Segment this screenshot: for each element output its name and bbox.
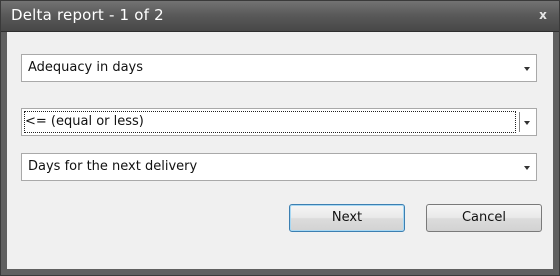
close-icon[interactable]: x (535, 7, 551, 23)
operator-dropdown-value: <= (equal or less) (25, 114, 144, 129)
dialog-body: Adequacy in days <= (equal or less) Days… (1, 32, 559, 275)
chevron-down-icon (524, 67, 530, 71)
dropdown-divider (519, 112, 520, 132)
chevron-down-icon (524, 166, 530, 170)
chevron-down-icon (524, 121, 530, 125)
comparison-dropdown-value: Days for the next delivery (28, 159, 198, 174)
dialog-window: Delta report - 1 of 2 x Adequacy in days… (0, 0, 560, 276)
cancel-button[interactable]: Cancel (426, 204, 542, 232)
next-button[interactable]: Next (289, 204, 405, 232)
window-title: Delta report - 1 of 2 (11, 6, 164, 24)
title-bar[interactable]: Delta report - 1 of 2 x (1, 1, 559, 32)
operator-dropdown[interactable]: <= (equal or less) (21, 108, 537, 136)
comparison-dropdown[interactable]: Days for the next delivery (21, 153, 537, 181)
metric-dropdown[interactable]: Adequacy in days (21, 54, 537, 82)
metric-dropdown-value: Adequacy in days (28, 60, 144, 75)
